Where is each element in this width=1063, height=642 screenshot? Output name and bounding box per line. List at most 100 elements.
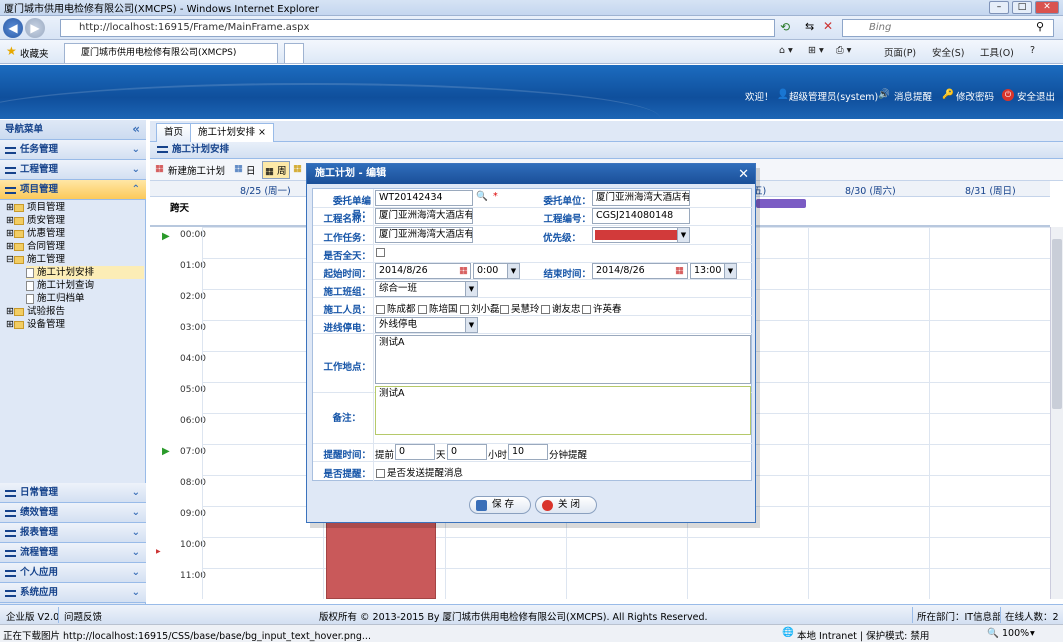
tab-plan-arrange[interactable]: 施工计划安排 × — [190, 123, 275, 142]
sidebar-section-personal[interactable]: 个人应用 ⌄ — [0, 563, 146, 583]
calendar-scrollbar[interactable] — [1050, 227, 1063, 599]
tree-item-test-report[interactable]: ⊞ 试验报告 — [6, 305, 65, 318]
tree-item-equipment[interactable]: ⊞ 设备管理 — [6, 318, 65, 331]
close-tab-icon[interactable]: × — [258, 127, 266, 138]
location-textarea[interactable]: 测试A — [375, 335, 751, 384]
worker-checkbox[interactable]: 陈培国 — [418, 301, 458, 315]
close-button[interactable]: 关 闭 — [535, 496, 597, 514]
week-view-button[interactable]: ▦ 周 — [262, 161, 290, 179]
calendar-event[interactable] — [326, 520, 436, 599]
minimize-button[interactable]: – — [989, 1, 1009, 14]
start-hour-select[interactable]: 0:00 ▼ — [473, 263, 520, 279]
favorites-label[interactable]: 收藏夹 — [20, 46, 49, 60]
tree-item-archive[interactable]: 施工归档单 — [26, 292, 85, 305]
tab-home[interactable]: 首页 — [156, 123, 192, 142]
search-icon[interactable]: 🔍 — [476, 191, 488, 202]
send-reminder-checkbox[interactable]: 是否发送提醒消息 — [376, 465, 463, 479]
zoom-icon[interactable]: 🔍 — [987, 628, 999, 639]
new-tab-button[interactable] — [284, 43, 304, 63]
feeds-icon[interactable]: ⊞ ▾ — [808, 45, 824, 56]
home-icon[interactable]: ⌂ ▾ — [779, 45, 793, 56]
worker-checkbox[interactable]: 谢友忠 — [541, 301, 581, 315]
search-input[interactable]: Bing — [842, 19, 1054, 37]
cancel-icon — [542, 500, 553, 511]
tree-item-plan-arrange[interactable]: 施工计划安排 — [26, 266, 144, 279]
refresh-icon[interactable]: ⇆ — [805, 20, 814, 33]
all-day-checkbox[interactable] — [376, 247, 387, 258]
sidebar-section-performance[interactable]: 绩效管理 ⌄ — [0, 503, 146, 523]
save-button[interactable]: 保 存 — [469, 496, 531, 514]
end-hour-select[interactable]: 13:00 ▼ — [690, 263, 737, 279]
tree-item-plan-query[interactable]: 施工计划查询 — [26, 279, 94, 292]
sidebar-section-daily[interactable]: 日常管理 ⌄ — [0, 483, 146, 503]
calendar-icon[interactable]: ▦ — [459, 265, 468, 276]
change-password-link[interactable]: 修改密码 — [956, 89, 994, 103]
project-no-field[interactable]: CGSJ214080148 — [592, 208, 690, 224]
page-menu[interactable]: 页面(P) — [884, 45, 916, 59]
safety-menu[interactable]: 安全(S) — [932, 45, 964, 59]
logout-link[interactable]: 安全退出 — [1017, 89, 1055, 103]
tree-item-quality[interactable]: ⊞ 质安管理 — [6, 214, 65, 227]
feedback-link[interactable]: 问题反馈 — [64, 609, 102, 623]
remind-days-field[interactable]: 0 — [395, 444, 435, 460]
client-field[interactable]: 厦门亚洲海湾大酒店有限 — [592, 190, 690, 206]
order-no-field[interactable]: WT20142434 — [375, 190, 473, 206]
search-icon[interactable]: ⚲ — [1036, 20, 1044, 33]
tree-item-construction[interactable]: ⊟ 施工管理 — [6, 253, 65, 266]
sidebar-section-engineering[interactable]: 工程管理 ⌄ — [0, 160, 146, 180]
sidebar-section-project[interactable]: 项目管理 ⌃ — [0, 180, 146, 200]
tree-item-discount[interactable]: ⊞ 优惠管理 — [6, 227, 65, 240]
worker-checkbox[interactable]: 陈成都 — [376, 301, 416, 315]
priority-select[interactable]: ▼ — [592, 227, 690, 243]
all-day-label: 是否全天： — [323, 251, 371, 262]
messages-link[interactable]: 消息提醒 — [894, 89, 932, 103]
remind-hours-field[interactable]: 0 — [447, 444, 487, 460]
task-field[interactable]: 厦门亚洲海湾大酒店有限 — [375, 227, 473, 243]
help-icon[interactable]: ? — [1030, 45, 1035, 56]
allday-event[interactable] — [756, 199, 806, 208]
outage-select[interactable]: 外线停电 ▼ — [375, 317, 478, 333]
day-header: 8/30 (周六) — [845, 186, 896, 197]
worker-checkbox[interactable]: 刘小磊 — [460, 301, 500, 315]
document-icon — [26, 293, 34, 304]
tree-item-project[interactable]: ⊞ 项目管理 — [6, 201, 65, 214]
close-dialog-icon[interactable]: ✕ — [738, 165, 749, 185]
sidebar-section-system[interactable]: 系统应用 ⌄ — [0, 583, 146, 603]
worker-checkbox[interactable]: 吴慧玲 — [500, 301, 540, 315]
stop-icon[interactable]: ✕ — [823, 19, 833, 33]
day-view-button[interactable]: 日 — [246, 163, 256, 177]
worker-checkbox[interactable]: 许英春 — [582, 301, 622, 315]
remind-minutes-field[interactable]: 10 — [508, 444, 548, 460]
print-icon[interactable]: ⎙ ▾ — [836, 45, 851, 56]
sidebar-section-workflow[interactable]: 流程管理 ⌄ — [0, 543, 146, 563]
calendar-icon[interactable]: ▦ — [675, 265, 684, 276]
month-view-icon[interactable]: ▦ — [293, 163, 302, 174]
collapse-sidebar-icon[interactable]: « — [132, 120, 140, 139]
browser-tab[interactable]: 厦门城市供用电检修有限公司(XMCPS) — [64, 43, 278, 63]
tools-menu[interactable]: 工具(O) — [980, 45, 1014, 59]
tree-item-contract[interactable]: ⊞ 合同管理 — [6, 240, 65, 253]
day-header: 8/25 (周一) — [240, 186, 291, 197]
forward-icon[interactable]: ▶ — [25, 18, 45, 38]
workers-label: 施工人员： — [323, 305, 371, 316]
close-window-button[interactable]: ✕ — [1035, 1, 1059, 14]
remark-textarea[interactable]: 测试A — [375, 386, 751, 435]
sidebar-section-task[interactable]: 任务管理 ⌄ — [0, 140, 146, 160]
copyright-text: 版权所有 © 2013-2015 By 厦门城市供用电检修有限公司(XMCPS)… — [319, 612, 708, 623]
priority-color-swatch — [595, 230, 677, 240]
sidebar-section-reports[interactable]: 报表管理 ⌄ — [0, 523, 146, 543]
new-plan-button[interactable]: 新建施工计划 — [168, 163, 225, 177]
chevron-up-icon: ⌃ — [131, 184, 140, 195]
maximize-button[interactable]: □ — [1012, 1, 1032, 14]
browser-tab-label: 厦门城市供用电检修有限公司(XMCPS) — [81, 48, 237, 58]
team-select[interactable]: 综合一班 ▼ — [375, 281, 478, 297]
start-date-field[interactable]: 2014/8/26 — [375, 263, 471, 279]
back-icon[interactable]: ◀ — [3, 18, 23, 38]
project-name-field[interactable]: 厦门亚洲海湾大酒店有限 — [375, 208, 473, 224]
compat-icon[interactable]: ⟲ — [780, 20, 790, 34]
zoom-level[interactable]: 100% — [1002, 628, 1029, 639]
zoom-dropdown-icon[interactable]: ▾ — [1030, 628, 1035, 639]
url-input[interactable]: http://localhost:16915/Frame/MainFrame.a… — [60, 19, 775, 37]
end-date-field[interactable]: 2014/8/26 — [592, 263, 688, 279]
day-header: 8/31 (周日) — [965, 186, 1016, 197]
